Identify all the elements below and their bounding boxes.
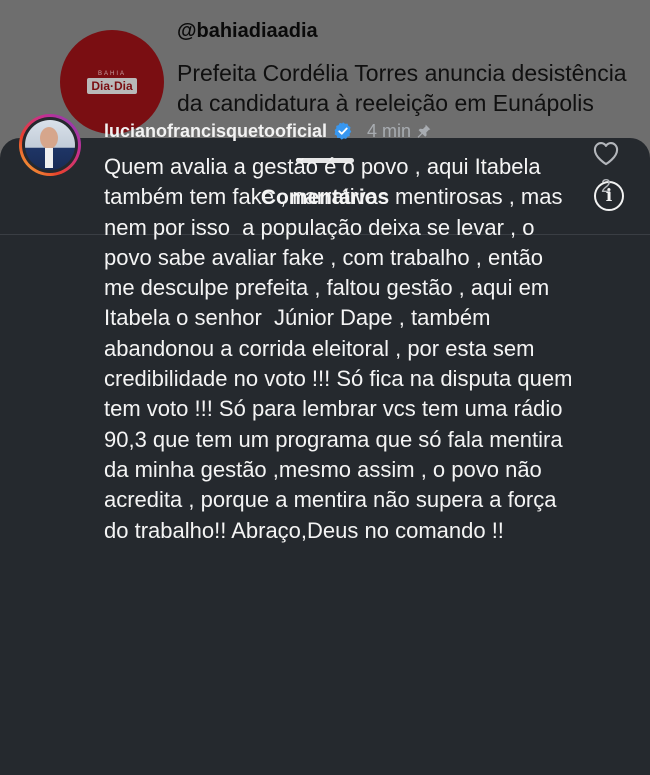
comment-time: 4 min <box>367 120 412 141</box>
heart-icon[interactable] <box>592 140 620 166</box>
verified-badge-icon <box>334 122 352 140</box>
comment-header: lucianofrancisquetooficial 4 min <box>104 118 432 144</box>
post-handle[interactable]: @bahiadiaadia <box>177 20 318 43</box>
like-count: 2 <box>600 176 611 196</box>
commenter-avatar[interactable] <box>19 114 81 176</box>
post-headline: Prefeita Cordélia Torres anuncia desistê… <box>177 60 627 116</box>
profile-photo <box>25 120 75 170</box>
logo-main-text: Dia·Dia <box>87 77 137 94</box>
logo-small-text: BAHIA <box>97 70 126 77</box>
comment-text: Quem avalia a gestão é o povo , aqui Ita… <box>104 154 579 543</box>
pin-icon <box>417 124 431 138</box>
comment-username[interactable]: lucianofrancisquetooficial <box>104 121 327 142</box>
